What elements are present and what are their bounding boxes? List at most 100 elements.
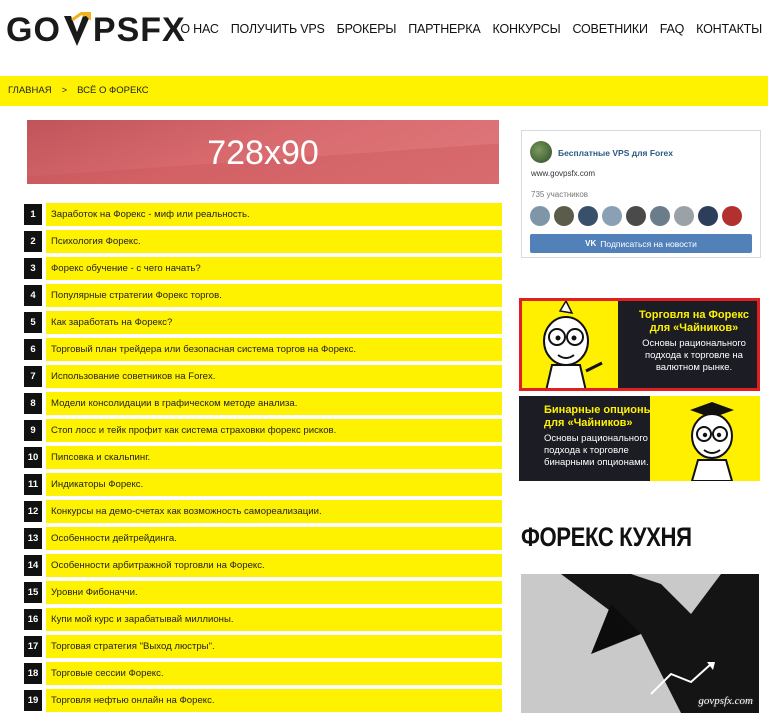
nav-contacts[interactable]: КОНТАКТЫ [696, 22, 762, 36]
avatar[interactable] [554, 206, 574, 226]
list-item-link[interactable]: Индикаторы Форекс. [46, 473, 502, 496]
list-item[interactable]: 2 Психология Форекс. [24, 230, 502, 253]
list-item-number: 1 [24, 204, 42, 225]
list-item-number: 10 [24, 447, 42, 468]
list-item-link[interactable]: Модели консолидации в графическом методе… [46, 392, 502, 415]
list-item-number: 2 [24, 231, 42, 252]
list-item[interactable]: 6 Торговый план трейдера или безопасная с… [24, 338, 502, 361]
list-item[interactable]: 13 Особенности дейтрейдинга. [24, 527, 502, 550]
avatar[interactable] [626, 206, 646, 226]
breadcrumb-current: ВСЁ О ФОРЕКС [77, 85, 149, 96]
breadcrumb-separator-icon: > [61, 85, 68, 96]
list-item-link[interactable]: Купи мой курс и зарабатывай миллионы. [46, 608, 502, 631]
nav-brokers[interactable]: БРОКЕРЫ [337, 22, 397, 36]
list-item-link[interactable]: Использование советников на Forex. [46, 365, 502, 388]
list-item-number: 14 [24, 555, 42, 576]
list-item[interactable]: 5 Как заработать на Форекс? [24, 311, 502, 334]
main-nav: О НАС ПОЛУЧИТЬ VPS БРОКЕРЫ ПАРТНЕРКА КОН… [180, 22, 762, 36]
list-item[interactable]: 14 Особенности арбитражной торговли на Фо… [24, 554, 502, 577]
list-item[interactable]: 3 Форекс обучение - с чего начать? [24, 257, 502, 280]
list-item-link[interactable]: Торговая стратегия "Выход люстры". [46, 635, 502, 658]
logo-v-icon [62, 11, 92, 48]
breadcrumb-home[interactable]: ГЛАВНАЯ [8, 85, 52, 96]
list-item-link[interactable]: Как заработать на Форекс? [46, 311, 502, 334]
site-logo[interactable]: GO PSFX [6, 10, 186, 50]
shark-illustration-icon [521, 574, 759, 713]
list-item-number: 16 [24, 609, 42, 630]
avatar[interactable] [674, 206, 694, 226]
list-item[interactable]: 16 Купи мой курс и зарабатывай миллионы. [24, 608, 502, 631]
avatar[interactable] [698, 206, 718, 226]
vk-group-url[interactable]: www.govpsfx.com [531, 169, 595, 178]
vk-subscribe-button[interactable]: VK Подписаться на новости [530, 234, 752, 253]
list-item[interactable]: 19 Торговля нефтью онлайн на Форекс. [24, 689, 502, 712]
promo-forex-dummies[interactable]: Торговля на Форекс для «Чайников» Основы… [519, 298, 760, 391]
list-item[interactable]: 4 Популярные стратегии Форекс торгов. [24, 284, 502, 307]
list-item-link[interactable]: Заработок на Форекс - миф или реальность… [46, 203, 502, 226]
list-item[interactable]: 18 Торговые сессии Форекс. [24, 662, 502, 685]
list-item-link[interactable]: Торговые сессии Форекс. [46, 662, 502, 685]
nav-get-vps[interactable]: ПОЛУЧИТЬ VPS [231, 22, 325, 36]
logo-text-left: GO [6, 10, 61, 49]
forex-kitchen-image[interactable]: govpsfx.com [521, 574, 759, 713]
avatar[interactable] [578, 206, 598, 226]
ad-banner-label: 728x90 [207, 134, 319, 172]
list-item[interactable]: 17 Торговая стратегия "Выход люстры". [24, 635, 502, 658]
list-item-number: 5 [24, 312, 42, 333]
vk-member-avatars [530, 206, 742, 226]
list-item-link[interactable]: Форекс обучение - с чего начать? [46, 257, 502, 280]
vk-subscribe-label: Подписаться на новости [600, 238, 697, 249]
vk-member-count: 735 участников [531, 190, 589, 199]
list-item-number: 9 [24, 420, 42, 441]
list-item-link[interactable]: Уровни Фибоначчи. [46, 581, 502, 604]
avatar[interactable] [650, 206, 670, 226]
list-item-link[interactable]: Особенности дейтрейдинга. [46, 527, 502, 550]
section-title: ФОРЕКС КУХНЯ [521, 522, 692, 552]
promo-binary-dummies[interactable]: Бинарные опционы для «Чайников» Основы р… [519, 396, 760, 481]
article-list: 1 Заработок на Форекс - миф или реальност… [24, 203, 502, 713]
list-item-link[interactable]: Торговля нефтью онлайн на Форекс. [46, 689, 502, 712]
graduate-character-icon [690, 402, 734, 481]
nav-about[interactable]: О НАС [180, 22, 219, 36]
promo2-body: Основы рационального подхода к торговле … [544, 433, 649, 468]
list-item-link[interactable]: Особенности арбитражной торговли на Форе… [46, 554, 502, 577]
watermark: govpsfx.com [698, 695, 753, 707]
list-item-number: 11 [24, 474, 42, 495]
site-header: GO PSFX О НАС ПОЛУЧИТЬ VPS БРОКЕРЫ ПАРТН… [0, 0, 768, 70]
vk-logo-icon: VK [585, 239, 597, 248]
nav-advisors[interactable]: СОВЕТНИКИ [572, 22, 647, 36]
promo1-body: Основы рационального подхода к торговле … [642, 338, 746, 373]
promo2-title-line1: Бинарные опционы [544, 404, 654, 416]
list-item-number: 19 [24, 690, 42, 711]
list-item[interactable]: 15 Уровни Фибоначчи. [24, 581, 502, 604]
list-item-number: 8 [24, 393, 42, 414]
ad-banner[interactable]: 728x90 [27, 120, 499, 184]
list-item[interactable]: 1 Заработок на Форекс - миф или реальност… [24, 203, 502, 226]
list-item-number: 17 [24, 636, 42, 657]
list-item[interactable]: 11 Индикаторы Форекс. [24, 473, 502, 496]
avatar[interactable] [602, 206, 622, 226]
list-item-number: 12 [24, 501, 42, 522]
avatar[interactable] [530, 206, 550, 226]
avatar[interactable] [722, 206, 742, 226]
list-item[interactable]: 12 Конкурсы на демо-счетах как возможност… [24, 500, 502, 523]
logo-text-right: PSFX [92, 10, 186, 49]
nav-partner[interactable]: ПАРТНЕРКА [408, 22, 480, 36]
list-item-link[interactable]: Психология Форекс. [46, 230, 502, 253]
vk-group-title[interactable]: Бесплатные VPS для Forex [558, 148, 673, 158]
promo1-title-line2: для «Чайников» [649, 322, 739, 334]
list-item-link[interactable]: Торговый план трейдера или безопасная си… [46, 338, 502, 361]
list-item[interactable]: 8 Модели консолидации в графическом метод… [24, 392, 502, 415]
list-item[interactable]: 10 Пипсовка и скальпинг. [24, 446, 502, 469]
list-item-number: 3 [24, 258, 42, 279]
list-item[interactable]: 7 Использование советников на Forex. [24, 365, 502, 388]
list-item-link[interactable]: Пипсовка и скальпинг. [46, 446, 502, 469]
list-item-link[interactable]: Конкурсы на демо-счетах как возможность … [46, 500, 502, 523]
vk-group-avatar[interactable] [530, 141, 552, 163]
nav-contests[interactable]: КОНКУРСЫ [493, 22, 561, 36]
list-item-link[interactable]: Стоп лосс и тейк профит как система стра… [46, 419, 502, 442]
list-item-number: 15 [24, 582, 42, 603]
list-item[interactable]: 9 Стоп лосс и тейк профит как система стр… [24, 419, 502, 442]
nav-faq[interactable]: FAQ [660, 22, 685, 36]
list-item-link[interactable]: Популярные стратегии Форекс торгов. [46, 284, 502, 307]
